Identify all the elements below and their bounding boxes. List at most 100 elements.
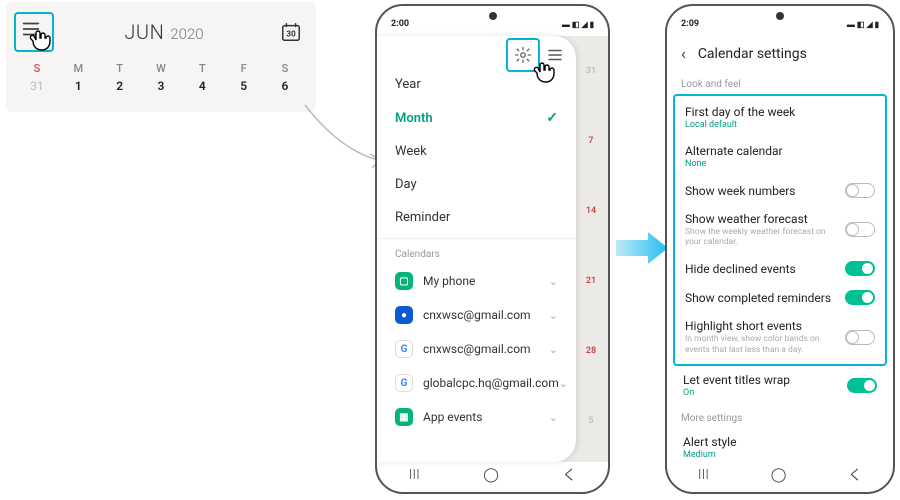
calendar-label: cnxwsc@gmail.com bbox=[423, 342, 531, 356]
toggle[interactable] bbox=[845, 222, 875, 237]
calendar-label: globalcpc.hq@gmail.com bbox=[423, 376, 559, 390]
weekday-row: S M T W T F S bbox=[20, 62, 302, 75]
date-cell[interactable]: 4 bbox=[187, 79, 217, 93]
setting-label: Alternate calendar bbox=[685, 144, 875, 158]
calendar-account-row[interactable]: ▦App events ⌄ bbox=[377, 400, 576, 434]
check-icon: ✓ bbox=[546, 110, 558, 126]
section-calendars: Calendars bbox=[377, 238, 576, 264]
samsung-badge-icon: ● bbox=[395, 306, 413, 324]
weekday-cell: S bbox=[22, 62, 52, 75]
setting-sub: On bbox=[683, 388, 839, 398]
view-label: Week bbox=[395, 144, 427, 159]
bg-date: 28 bbox=[580, 346, 602, 356]
highlight-box bbox=[506, 38, 540, 72]
date-cell[interactable]: 5 bbox=[229, 79, 259, 93]
setting-label: First day of the week bbox=[685, 105, 875, 119]
toggle[interactable] bbox=[845, 261, 875, 276]
flow-arrow-icon bbox=[614, 228, 670, 268]
calendar-account-row[interactable]: ▢My phone ⌄ bbox=[377, 264, 576, 298]
toggle[interactable] bbox=[847, 378, 877, 393]
setting-first-day[interactable]: First day of the weekLocal default bbox=[675, 98, 885, 137]
setting-alert-style[interactable]: Alert styleMedium bbox=[673, 428, 887, 462]
calendar-account-row[interactable]: ●cnxwsc@gmail.com ⌄ bbox=[377, 298, 576, 332]
section-look-and-feel: Look and feel bbox=[667, 71, 893, 94]
view-label: Reminder bbox=[395, 210, 450, 225]
apps-badge-icon: ▦ bbox=[395, 408, 413, 426]
view-option-month[interactable]: Month ✓ bbox=[377, 101, 576, 135]
setting-label: Let event titles wrap bbox=[683, 373, 839, 387]
setting-alternate-calendar[interactable]: Alternate calendarNone bbox=[675, 137, 885, 176]
view-option-year[interactable]: Year bbox=[377, 68, 576, 101]
setting-desc: In month view, show color bands on event… bbox=[685, 334, 837, 354]
chevron-down-icon: ⌄ bbox=[549, 411, 558, 424]
setting-sub: None bbox=[685, 159, 875, 169]
status-time: 2:00 bbox=[391, 19, 409, 29]
setting-sub: Local default bbox=[685, 120, 875, 130]
calendar-header-panel: JUN 2020 30 S M T W T F S 31 1 2 3 4 5 6 bbox=[6, 2, 316, 112]
view-label: Month bbox=[395, 111, 433, 126]
nav-back[interactable]: く bbox=[848, 465, 862, 485]
date-cell[interactable]: 6 bbox=[270, 79, 300, 93]
weekday-cell: M bbox=[63, 62, 93, 75]
setting-week-numbers[interactable]: Show week numbers bbox=[675, 176, 885, 205]
status-indicators: ▬ ◧ ◢ ▮ bbox=[562, 20, 594, 29]
date-cell[interactable]: 2 bbox=[105, 79, 135, 93]
highlighted-settings-group: First day of the weekLocal default Alter… bbox=[673, 94, 887, 366]
nav-bar: III ◯ く bbox=[377, 464, 608, 486]
chevron-down-icon: ⌄ bbox=[559, 377, 568, 390]
camera-notch-icon bbox=[489, 12, 497, 20]
nav-bar: III ◯ く bbox=[667, 464, 893, 486]
weekday-cell: T bbox=[187, 62, 217, 75]
toggle[interactable] bbox=[845, 183, 875, 198]
weekday-cell: F bbox=[229, 62, 259, 75]
hamburger-icon[interactable] bbox=[546, 46, 564, 64]
setting-wrap-titles[interactable]: Let event titles wrapOn bbox=[673, 366, 887, 405]
calendar-account-row[interactable]: Gcnxwsc@gmail.com ⌄ bbox=[377, 332, 576, 366]
calendar-account-row[interactable]: Gglobalcpc.hq@gmail.com ⌄ bbox=[377, 366, 576, 400]
date-cell[interactable]: 1 bbox=[63, 79, 93, 93]
setting-label: Show completed reminders bbox=[685, 291, 837, 305]
view-option-day[interactable]: Day bbox=[377, 168, 576, 201]
setting-label: Highlight short events bbox=[685, 319, 837, 333]
google-badge-icon: G bbox=[395, 374, 413, 392]
setting-label: Show week numbers bbox=[685, 184, 837, 198]
chevron-down-icon: ⌄ bbox=[549, 343, 558, 356]
date-cell[interactable]: 3 bbox=[146, 79, 176, 93]
nav-recents[interactable]: III bbox=[698, 467, 709, 483]
month-label: JUN bbox=[124, 20, 164, 44]
setting-label: Alert style bbox=[683, 435, 877, 449]
calendar-label: My phone bbox=[423, 274, 475, 288]
setting-sub: Medium bbox=[683, 450, 877, 460]
nav-back[interactable]: く bbox=[562, 465, 576, 485]
date-cell[interactable]: 31 bbox=[22, 79, 52, 93]
phone-settings-screen: 2:09 ▬ ◧ ◢ ▮ ‹ Calendar settings Look an… bbox=[665, 4, 895, 494]
weekday-cell: W bbox=[146, 62, 176, 75]
nav-recents[interactable]: III bbox=[409, 467, 420, 483]
setting-completed-reminders[interactable]: Show completed reminders bbox=[675, 283, 885, 312]
setting-highlight-short[interactable]: Highlight short eventsIn month view, sho… bbox=[675, 312, 885, 361]
nav-home[interactable]: ◯ bbox=[771, 467, 787, 483]
bg-date: 31 bbox=[580, 66, 602, 76]
view-option-reminder[interactable]: Reminder bbox=[377, 201, 576, 234]
nav-home[interactable]: ◯ bbox=[483, 467, 499, 483]
settings-button[interactable] bbox=[514, 46, 532, 64]
setting-label: Show weather forecast bbox=[685, 212, 837, 226]
dates-row: 31 1 2 3 4 5 6 bbox=[20, 79, 302, 93]
view-option-week[interactable]: Week bbox=[377, 135, 576, 168]
navigation-drawer: Year Month✓ Week Day Reminder Calendars … bbox=[377, 36, 576, 462]
setting-weather[interactable]: Show weather forecastShow the weekly wea… bbox=[675, 205, 885, 254]
bg-date: 5 bbox=[580, 416, 602, 426]
view-label: Day bbox=[395, 177, 417, 192]
settings-header: ‹ Calendar settings bbox=[667, 36, 893, 71]
setting-label: Hide declined events bbox=[685, 262, 837, 276]
toggle[interactable] bbox=[845, 330, 875, 345]
menu-button[interactable] bbox=[20, 18, 48, 46]
back-button[interactable]: ‹ bbox=[681, 44, 686, 63]
status-time: 2:09 bbox=[681, 19, 699, 29]
setting-hide-declined[interactable]: Hide declined events bbox=[675, 254, 885, 283]
today-icon[interactable]: 30 bbox=[280, 21, 302, 43]
toggle[interactable] bbox=[845, 290, 875, 305]
setting-desc: Show the weekly weather forecast on your… bbox=[685, 227, 837, 247]
chevron-down-icon: ⌄ bbox=[549, 309, 558, 322]
year-label: 2020 bbox=[170, 25, 203, 43]
